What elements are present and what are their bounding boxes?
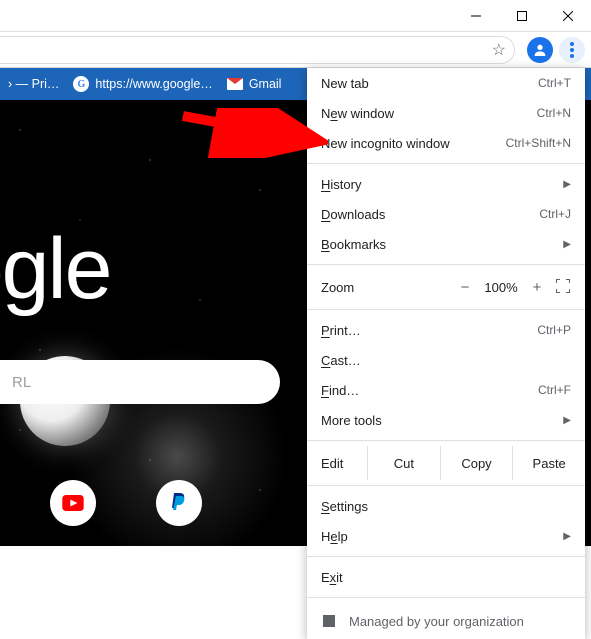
chrome-main-menu: New tab Ctrl+T New window Ctrl+N New inc… [307,68,585,639]
building-icon [321,613,337,629]
search-box[interactable]: RL [0,360,280,404]
submenu-arrow-icon: ▶ [563,179,571,190]
submenu-arrow-icon: ▶ [563,531,571,542]
window-minimize-button[interactable] [453,0,499,32]
zoom-out-button[interactable]: − [451,279,479,296]
menu-label: New window [321,106,537,121]
menu-label: New tab [321,76,538,91]
menu-shortcut: Ctrl+Shift+N [506,136,571,150]
menu-shortcut: Ctrl+T [538,76,571,90]
vertical-dots-icon [570,42,574,58]
shortcut-paypal[interactable] [156,480,202,526]
bookmark-item-pri[interactable]: › — Pri… [8,77,59,91]
menu-separator [307,556,585,557]
address-bar[interactable]: ☆ [0,36,515,64]
window-maximize-button[interactable] [499,0,545,32]
google-favicon-icon: G [73,76,89,92]
bookmark-label: › — Pri… [8,77,59,91]
menu-label: History [321,177,563,192]
bookmark-star-icon[interactable]: ☆ [492,40,506,60]
menu-shortcut: Ctrl+N [537,106,571,120]
window-close-button[interactable] [545,0,591,32]
menu-separator [307,597,585,598]
zoom-value: 100% [479,280,523,295]
menu-label: More tools [321,413,563,428]
menu-shortcut: Ctrl+P [537,323,571,337]
profile-avatar-button[interactable] [527,37,553,63]
menu-item-new-tab[interactable]: New tab Ctrl+T [307,68,585,98]
google-logo: oogle [0,220,110,319]
zoom-label: Zoom [321,280,451,295]
menu-separator [307,163,585,164]
chrome-menu-button[interactable] [559,37,585,63]
menu-item-bookmarks[interactable]: Bookmarks ▶ [307,229,585,259]
zoom-in-button[interactable]: + [523,279,551,296]
menu-shortcut: Ctrl+J [539,207,571,221]
menu-separator [307,309,585,310]
fullscreen-button[interactable] [551,279,575,296]
menu-item-zoom: Zoom − 100% + [307,270,585,304]
submenu-arrow-icon: ▶ [563,239,571,250]
bookmark-label: https://www.google… [95,77,212,91]
menu-label: Settings [321,499,571,514]
menu-separator [307,264,585,265]
menu-label: Exit [321,570,571,585]
menu-item-exit[interactable]: Exit [307,562,585,592]
menu-label: Print… [321,323,537,338]
fullscreen-icon [556,279,570,293]
shortcut-row [50,480,202,526]
menu-item-managed[interactable]: Managed by your organization [307,603,585,639]
menu-separator [307,485,585,486]
menu-label: Downloads [321,207,539,222]
bookmark-label: Gmail [249,77,282,91]
bookmark-item-google[interactable]: G https://www.google… [73,76,212,92]
menu-item-settings[interactable]: Settings [307,491,585,521]
shortcut-youtube[interactable] [50,480,96,526]
edit-copy-button[interactable]: Copy [440,446,513,480]
menu-item-new-window[interactable]: New window Ctrl+N [307,98,585,128]
menu-label: Bookmarks [321,237,563,252]
window-titlebar [0,0,591,32]
menu-item-print[interactable]: Print… Ctrl+P [307,315,585,345]
menu-item-cast[interactable]: Cast… [307,345,585,375]
edit-cut-button[interactable]: Cut [367,446,440,480]
menu-item-edit-row: Edit Cut Copy Paste [307,446,585,480]
edit-paste-button[interactable]: Paste [512,446,585,480]
menu-item-downloads[interactable]: Downloads Ctrl+J [307,199,585,229]
menu-label: New incognito window [321,136,506,151]
menu-label: Find… [321,383,538,398]
menu-shortcut: Ctrl+F [538,383,571,397]
menu-item-find[interactable]: Find… Ctrl+F [307,375,585,405]
menu-label: Cast… [321,353,571,368]
gmail-favicon-icon [227,78,243,90]
menu-item-more-tools[interactable]: More tools ▶ [307,405,585,435]
menu-item-history[interactable]: History ▶ [307,169,585,199]
bookmark-item-gmail[interactable]: Gmail [227,77,282,91]
edit-label: Edit [307,456,367,471]
submenu-arrow-icon: ▶ [563,415,571,426]
menu-label: Help [321,529,563,544]
managed-label: Managed by your organization [349,614,524,629]
paypal-icon [171,493,187,513]
menu-item-help[interactable]: Help ▶ [307,521,585,551]
youtube-icon [62,495,84,511]
menu-separator [307,440,585,441]
search-placeholder: RL [12,374,31,391]
address-bar-row: ☆ [0,32,591,68]
menu-item-new-incognito[interactable]: New incognito window Ctrl+Shift+N [307,128,585,158]
user-icon [532,42,548,58]
